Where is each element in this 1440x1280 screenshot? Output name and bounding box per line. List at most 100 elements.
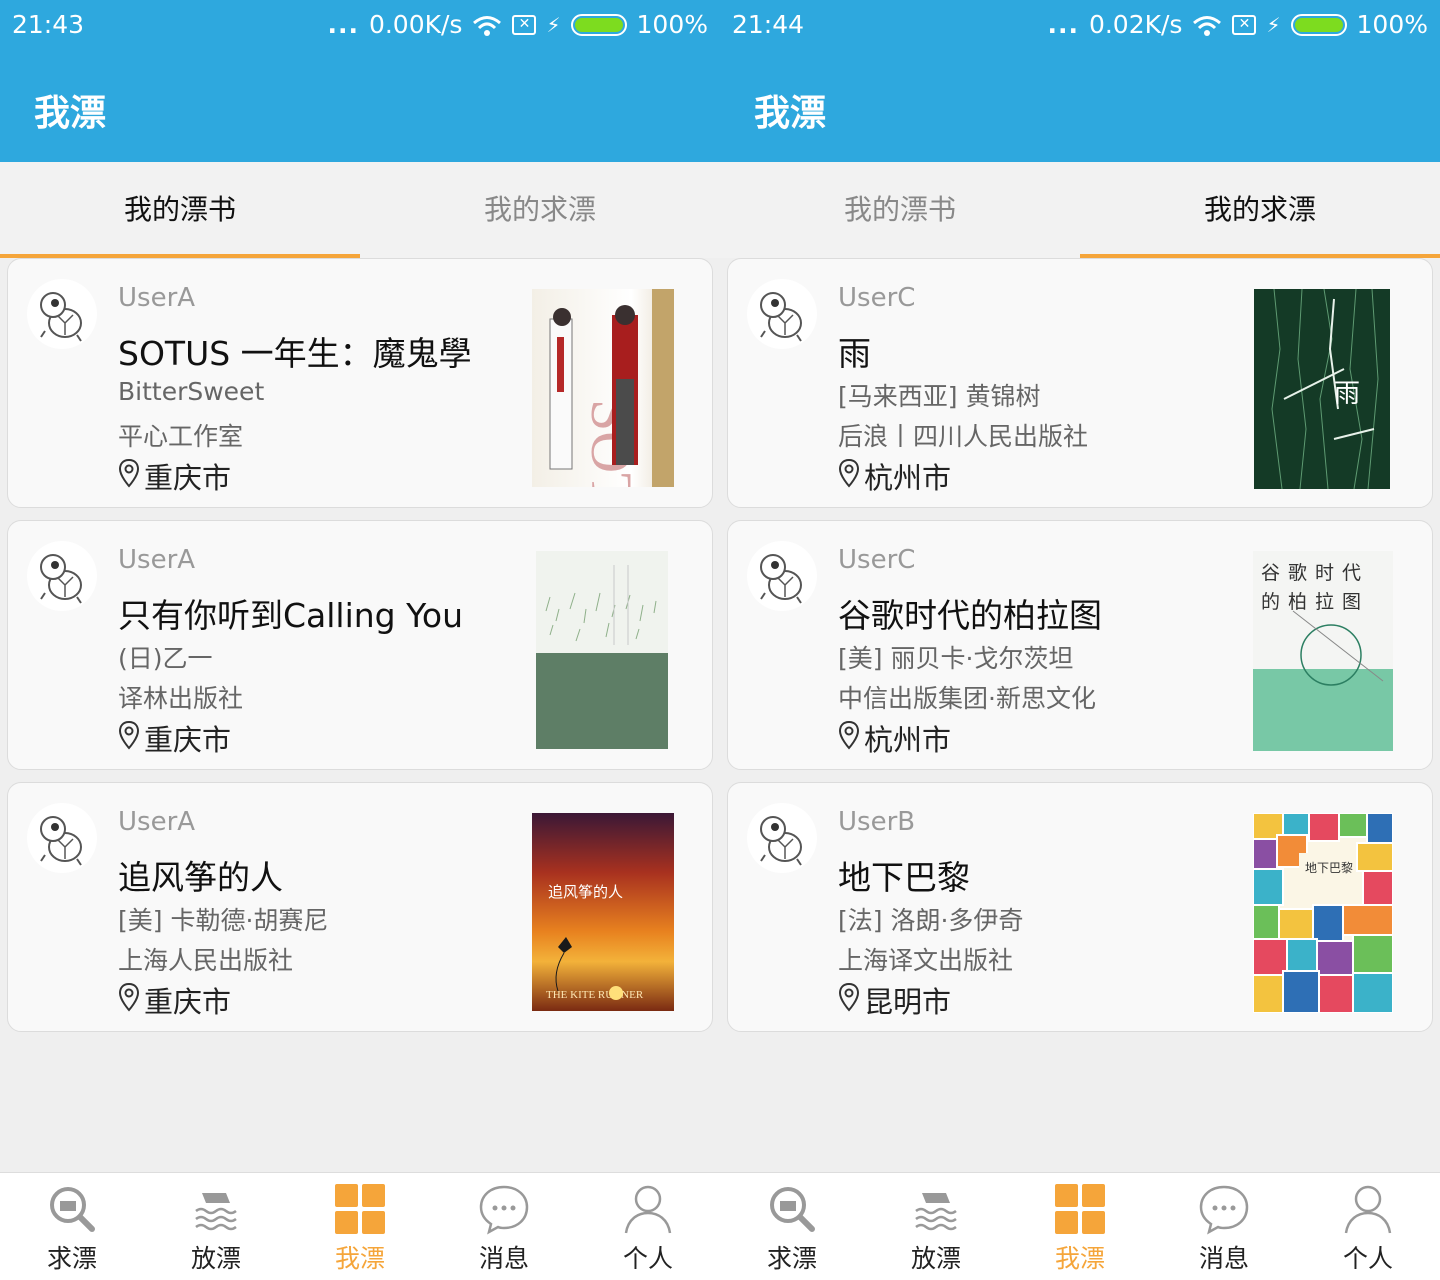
- nav-label: 求漂: [46, 1244, 97, 1273]
- paris-cover[interactable]: 地下巴黎: [1253, 813, 1393, 1013]
- wifi-icon: [1192, 14, 1222, 36]
- card-username: UserC: [838, 545, 916, 575]
- avatar[interactable]: [747, 803, 817, 873]
- location-text: 昆明市: [864, 985, 952, 1019]
- cover-title-text: 地下巴黎: [1305, 861, 1354, 875]
- sotus-cover[interactable]: SOTUS: [532, 289, 674, 487]
- nav-item-release[interactable]: 放漂: [864, 1173, 1008, 1280]
- nav-item-profile[interactable]: 个人: [576, 1173, 720, 1280]
- status-time: 21:44: [732, 10, 805, 39]
- kite-runner-cover[interactable]: 追风筝的人 THE KITE RUNNER: [532, 813, 674, 1011]
- person-icon: [1344, 1185, 1392, 1234]
- avatar[interactable]: [27, 803, 97, 873]
- nav-item-mine[interactable]: 我漂: [288, 1173, 432, 1280]
- nav-item-request[interactable]: 求漂: [720, 1173, 864, 1280]
- card-publisher: 上海人民出版社: [118, 946, 294, 975]
- book-list: UserC 雨 [马来西亚] 黄锦树 后浪丨四川人民出版社 杭州市 雨 User…: [727, 258, 1433, 1044]
- charging-icon: ⚡: [546, 12, 561, 37]
- rain-cover[interactable]: 雨: [1254, 289, 1390, 489]
- tab-my-requests[interactable]: 我的求漂: [360, 162, 720, 258]
- location-text: 杭州市: [864, 723, 952, 757]
- plato-cover[interactable]: 谷歌时代的柏拉图: [1253, 551, 1393, 751]
- card-publisher: 上海译文出版社: [838, 946, 1014, 975]
- nav-label: 我漂: [1054, 1244, 1105, 1273]
- location-pin-icon: [838, 720, 860, 757]
- book-stack-icon: [915, 1193, 957, 1231]
- phone-screen-left: 21:43 ... 0.00K/s ✕ ⚡ 100% 我漂 我的漂书 我的求漂 …: [0, 0, 720, 1280]
- card-book-title: 地下巴黎: [838, 858, 970, 897]
- tab-my-drift-books[interactable]: 我的漂书: [0, 162, 360, 258]
- nav-item-messages[interactable]: 消息: [432, 1173, 576, 1280]
- bottom-nav: 求漂 放漂 我漂 消息 个人: [0, 1172, 720, 1280]
- turtle-avatar-icon: [40, 816, 82, 866]
- nav-label: 求漂: [766, 1244, 817, 1273]
- search-book-icon: [50, 1187, 95, 1232]
- nav-item-request[interactable]: 求漂: [0, 1173, 144, 1280]
- status-bar: 21:44 ... 0.02K/s ✕ ⚡ 100%: [720, 0, 1440, 52]
- location-pin-icon: [118, 458, 140, 495]
- nav-item-messages[interactable]: 消息: [1152, 1173, 1296, 1280]
- tab-my-requests[interactable]: 我的求漂: [1080, 162, 1440, 258]
- battery-icon: [1290, 13, 1347, 36]
- location-text: 重庆市: [144, 985, 232, 1019]
- search-book-icon: [770, 1187, 815, 1232]
- card-book-title: 谷歌时代的柏拉图: [838, 596, 1102, 635]
- battery-percent: 100%: [1356, 10, 1428, 39]
- page-title: 我漂: [34, 93, 107, 134]
- calling-you-cover[interactable]: [536, 551, 668, 749]
- grid-icon: [1055, 1184, 1105, 1234]
- network-speed: 0.00K/s: [368, 10, 463, 39]
- avatar[interactable]: [747, 541, 817, 611]
- nav-item-profile[interactable]: 个人: [1296, 1173, 1440, 1280]
- book-card[interactable]: UserA 只有你听到Calling You (日)乙一 译林出版社 重庆市: [7, 520, 713, 770]
- cover-title-text: 雨: [1334, 379, 1361, 409]
- card-username: UserA: [118, 545, 196, 575]
- location-text: 重庆市: [144, 461, 232, 495]
- chat-bubble-icon: [479, 1185, 529, 1235]
- status-indicators: ... 0.00K/s ✕ ⚡ 100%: [327, 10, 708, 39]
- book-card[interactable]: UserC 谷歌时代的柏拉图 [美] 丽贝卡·戈尔茨坦 中信出版集团·新思文化 …: [727, 520, 1433, 770]
- avatar[interactable]: [27, 541, 97, 611]
- turtle-avatar-icon: [40, 554, 82, 604]
- location-pin-icon: [118, 982, 140, 1019]
- card-location: 重庆市: [118, 455, 231, 497]
- bottom-nav: 求漂 放漂 我漂 消息 个人: [720, 1172, 1440, 1280]
- card-publisher: 平心工作室: [118, 422, 244, 451]
- book-card[interactable]: UserC 雨 [马来西亚] 黄锦树 后浪丨四川人民出版社 杭州市 雨: [727, 258, 1433, 508]
- nav-label: 消息: [478, 1244, 529, 1273]
- battery-percent: 100%: [636, 10, 708, 39]
- card-location: 重庆市: [118, 979, 231, 1021]
- card-location: 重庆市: [118, 717, 231, 759]
- avatar[interactable]: [27, 279, 97, 349]
- card-book-title: 只有你听到Calling You: [118, 596, 464, 635]
- nav-label: 放漂: [190, 1244, 241, 1273]
- avatar[interactable]: [747, 279, 817, 349]
- status-indicators: ... 0.02K/s ✕ ⚡ 100%: [1047, 10, 1428, 39]
- location-pin-icon: [118, 720, 140, 757]
- card-book-title: SOTUS 一年生：魔鬼學: [118, 334, 472, 373]
- card-publisher: 后浪丨四川人民出版社: [838, 422, 1089, 451]
- book-card[interactable]: UserB 地下巴黎 [法] 洛朗·多伊奇 上海译文出版社 昆明市 地下巴黎: [727, 782, 1433, 1032]
- app-bar: 21:43 ... 0.00K/s ✕ ⚡ 100% 我漂: [0, 0, 720, 162]
- battery-icon: [570, 13, 627, 36]
- nav-item-release[interactable]: 放漂: [144, 1173, 288, 1280]
- location-pin-icon: [838, 982, 860, 1019]
- book-list: UserA SOTUS 一年生：魔鬼學 BitterSweet 平心工作室 重庆…: [7, 258, 713, 1044]
- card-author: BitterSweet: [118, 377, 265, 406]
- book-stack-icon: [195, 1193, 237, 1231]
- chat-bubble-icon: [1199, 1185, 1249, 1235]
- nav-label: 消息: [1198, 1244, 1249, 1273]
- location-text: 重庆市: [144, 723, 232, 757]
- card-username: UserC: [838, 283, 916, 313]
- sim-icon: ✕: [512, 14, 537, 35]
- status-bar: 21:43 ... 0.00K/s ✕ ⚡ 100%: [0, 0, 720, 52]
- card-username: UserA: [118, 807, 196, 837]
- book-card[interactable]: UserA 追风筝的人 [美] 卡勒德·胡赛尼 上海人民出版社 重庆市 追风筝的…: [7, 782, 713, 1032]
- card-author: [法] 洛朗·多伊奇: [838, 906, 1024, 935]
- tab-my-drift-books[interactable]: 我的漂书: [720, 162, 1080, 258]
- card-location: 昆明市: [838, 979, 951, 1021]
- book-card[interactable]: UserA SOTUS 一年生：魔鬼學 BitterSweet 平心工作室 重庆…: [7, 258, 713, 508]
- nav-item-mine[interactable]: 我漂: [1008, 1173, 1152, 1280]
- card-location: 杭州市: [838, 455, 951, 497]
- page-title: 我漂: [754, 93, 827, 134]
